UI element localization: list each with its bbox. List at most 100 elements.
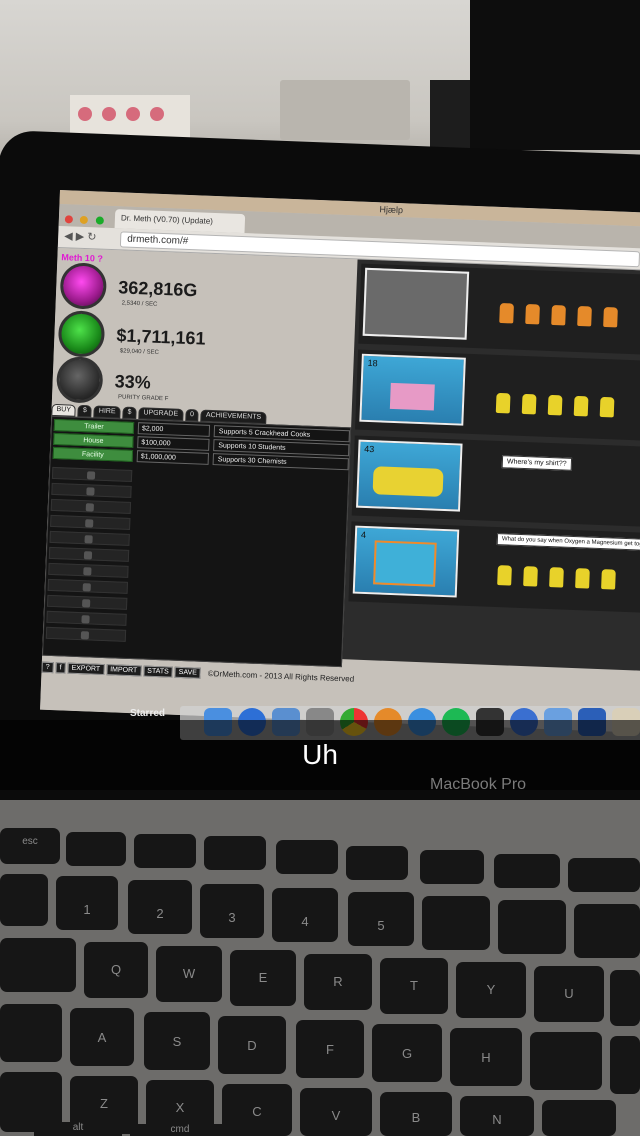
worker-icon (499, 302, 514, 324)
lock-icon (48, 546, 130, 562)
lock-icon (49, 530, 130, 546)
buy-table: Trailer $2,000 Supports 5 Crackhead Cook… (42, 415, 352, 668)
key-section (0, 874, 48, 926)
save-button[interactable]: SAVE (174, 666, 202, 679)
key-f: F (296, 1020, 364, 1078)
facebook-icon[interactable]: f (55, 661, 66, 674)
menu-help[interactable]: Hjælp (379, 204, 403, 215)
purity-orb (55, 356, 104, 404)
key-f5 (346, 846, 408, 880)
house-icon (389, 382, 435, 411)
key-j (530, 1032, 602, 1090)
worker-icon (523, 566, 538, 587)
game-page: Meth 10 ? 362,816G 2,5340 / SEC $1,711,1… (40, 247, 640, 733)
lock-icon (50, 498, 132, 514)
house-thumbnail[interactable]: 18 (359, 353, 466, 426)
close-icon[interactable] (64, 215, 74, 224)
key-5: 5 (348, 892, 414, 946)
worker-icon (575, 568, 590, 589)
key-b: B (380, 1092, 452, 1136)
key-6 (422, 896, 490, 950)
key-caps (0, 1004, 62, 1062)
minimize-icon[interactable] (80, 215, 89, 225)
key-u: U (534, 966, 604, 1022)
export-button[interactable]: EXPORT (67, 662, 105, 675)
key-d: D (218, 1016, 286, 1074)
locations-panel: 18 43 Where's my shirt?? 4 What do you s… (342, 259, 640, 671)
key-esc: esc (0, 828, 60, 864)
speech-bubble: What do you say when Oxygen a Magnesium … (496, 533, 640, 553)
map-thumbnail[interactable] (362, 267, 470, 340)
key-s: S (144, 1012, 210, 1070)
macbook-label: MacBook Pro (430, 776, 527, 793)
purity-value: 33% (114, 370, 152, 393)
key-q: Q (84, 942, 148, 998)
worker-icon (601, 569, 616, 590)
lock-icon (51, 482, 132, 498)
worker-icon (603, 306, 618, 328)
key-f1 (66, 832, 126, 866)
lock-icon (51, 466, 133, 482)
lock-icon (45, 626, 127, 642)
key-1: 1 (56, 876, 118, 930)
cash-stat: $1,711,161 $29,040 / SEC (57, 310, 207, 362)
price-cell: $100,000 (137, 436, 210, 451)
trailer-thumbnail[interactable]: 43 (356, 439, 463, 512)
key-f3 (204, 836, 266, 870)
location-count: 43 (364, 443, 375, 455)
purity-grade: PURITY GRADE F (117, 394, 169, 403)
help-icon[interactable]: ? (41, 661, 54, 673)
key-h: H (450, 1028, 522, 1086)
key-f7 (494, 854, 560, 888)
price-cell: $1,000,000 (136, 450, 210, 465)
worker-icon (551, 304, 566, 326)
building-icon (373, 540, 437, 587)
worker-icon (525, 303, 540, 325)
key-3: 3 (200, 884, 264, 938)
key-k (610, 1036, 640, 1094)
cash-amount: $1,711,161 (116, 324, 206, 349)
key-w: W (156, 946, 222, 1002)
key-i (610, 970, 640, 1026)
buy-house-button[interactable]: House (53, 432, 134, 448)
worker-icon (577, 305, 592, 327)
meth-orb-button[interactable] (59, 262, 108, 310)
key-m (542, 1100, 616, 1136)
cash-rate: $29,040 / SEC (119, 348, 159, 356)
key-g: G (372, 1024, 442, 1082)
facility-thumbnail[interactable]: 4 (352, 525, 460, 598)
lock-icon (48, 562, 129, 578)
tab-hire[interactable]: HIRE (93, 405, 121, 419)
worker-icon (497, 565, 512, 586)
location-trailer: 43 Where's my shirt?? (351, 435, 640, 527)
laptop-screen: Hjælp Dr. Meth (V0.70) (Update) ◀ ▶ ↻ dr… (40, 190, 640, 733)
lock-icon (50, 514, 131, 530)
keyboard: esc 1 2 3 4 5 Q W E R T Y U A S D F G H … (0, 800, 640, 1136)
meth-amount: 362,816G (117, 276, 198, 300)
key-r: R (304, 954, 372, 1010)
key-v: V (300, 1088, 372, 1136)
key-f4 (276, 840, 338, 874)
key-y: Y (456, 962, 526, 1018)
key-8 (574, 904, 640, 958)
meth-rate: 2,5340 / SEC (121, 300, 158, 308)
zoom-icon[interactable] (95, 216, 104, 225)
nav-arrows-icon[interactable]: ◀ ▶ ↻ (64, 229, 97, 243)
tab-hire-badge: $ (122, 406, 137, 420)
key-7 (498, 900, 566, 954)
stats-button[interactable]: STATS (143, 665, 173, 678)
import-button[interactable]: IMPORT (105, 663, 142, 676)
key-t: T (380, 958, 448, 1014)
key-f2 (134, 834, 196, 868)
key-a: A (70, 1008, 134, 1066)
worker-icon (599, 396, 615, 418)
lock-icon (46, 610, 127, 626)
worker-icon (495, 392, 511, 414)
location-map (358, 263, 640, 355)
tab-buy-badge: $ (77, 404, 93, 418)
copyright: ©DrMeth.com - 2013 All Rights Reserved (207, 668, 355, 684)
tab-upgrade-badge: 0 (184, 408, 200, 422)
buy-trailer-button[interactable]: Trailer (53, 418, 135, 435)
buy-facility-button[interactable]: Facility (52, 446, 134, 462)
tab-buy[interactable]: BUY (51, 403, 77, 417)
